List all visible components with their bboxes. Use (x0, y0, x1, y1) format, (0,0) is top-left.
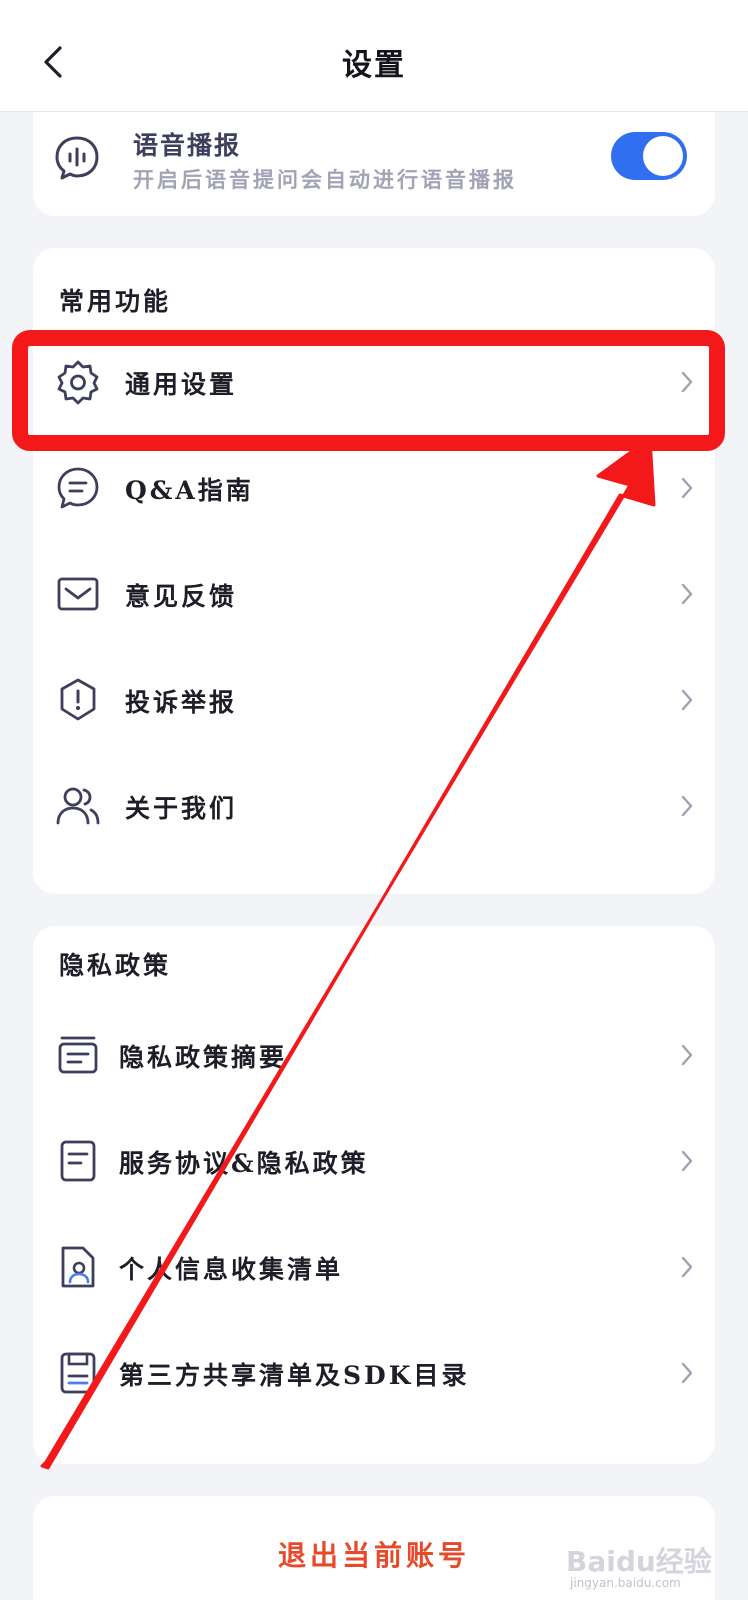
chat-bubble-icon (57, 467, 99, 509)
chevron-right-icon (681, 583, 693, 605)
chevron-right-icon (681, 371, 693, 393)
shield-alert-icon (60, 678, 96, 721)
baidu-watermark: Baidu经验 jingyan.baidu.com (566, 1536, 736, 1594)
gear-icon (57, 360, 99, 405)
privacy-item-service-agreement[interactable]: 服务协议&隐私政策 (33, 1116, 715, 1206)
privacy-item-third-party-label: 第三方共享清单及SDK目录 (119, 1361, 470, 1390)
settings-item-qa-guide[interactable]: Q&A指南 (33, 443, 715, 533)
voice-broadcast-description: 开启后语音提问会自动进行语音播报 (133, 167, 517, 192)
watermark-brand: Baidu经验 (566, 1545, 712, 1578)
document-icon (60, 1140, 96, 1182)
privacy-item-service-agreement-label: 服务协议&隐私政策 (119, 1149, 369, 1178)
voice-broadcast-toggle[interactable] (611, 132, 687, 180)
privacy-item-summary-label: 隐私政策摘要 (119, 1043, 288, 1072)
chevron-right-icon (681, 689, 693, 711)
voice-broadcast-card: 语音播报 开启后语音提问会自动进行语音播报 (33, 112, 715, 216)
section-title-privacy-text: 隐私政策 (59, 951, 172, 980)
privacy-item-personal-info[interactable]: 个人信息收集清单 (33, 1222, 715, 1312)
chevron-right-icon (681, 477, 693, 499)
top-bar: 设置 (0, 0, 748, 112)
summary-list-icon (58, 1036, 98, 1074)
settings-item-feedback[interactable]: 意见反馈 (33, 549, 715, 639)
settings-item-about-us[interactable]: 关于我们 (33, 761, 715, 851)
privacy-item-summary[interactable]: 隐私政策摘要 (33, 1010, 715, 1100)
settings-item-feedback-label: 意见反馈 (125, 582, 238, 611)
common-functions-card: 常用功能 通用设置 Q&A指南 意见反馈 投诉举报 关于我们 (33, 248, 715, 894)
personal-file-icon (61, 1246, 95, 1288)
privacy-item-third-party[interactable]: 第三方共享清单及SDK目录 (33, 1328, 715, 1418)
settings-item-general-label: 通用设置 (125, 370, 238, 399)
section-title-common: 常用功能 (59, 282, 172, 320)
settings-item-report-label: 投诉举报 (125, 688, 238, 717)
chevron-right-icon (681, 1362, 693, 1384)
privacy-item-personal-info-label: 个人信息收集清单 (119, 1255, 344, 1284)
voice-chat-icon (55, 136, 99, 180)
section-title-common-text: 常用功能 (59, 287, 172, 316)
toggle-knob (643, 136, 683, 176)
chevron-right-icon (681, 1256, 693, 1278)
privacy-policy-card: 隐私政策 隐私政策摘要 服务协议&隐私政策 个人信息收集清单 第三方共享清单及S… (33, 926, 715, 1464)
envelope-icon (57, 577, 99, 611)
chevron-right-icon (681, 795, 693, 817)
settings-item-report[interactable]: 投诉举报 (33, 655, 715, 745)
watermark-url: jingyan.baidu.com (570, 1576, 681, 1590)
voice-broadcast-title: 语音播报 (133, 131, 242, 160)
chevron-right-icon (681, 1044, 693, 1066)
settings-item-qa-guide-label: Q&A指南 (125, 476, 254, 505)
chevron-right-icon (681, 1150, 693, 1172)
sdk-file-icon (60, 1352, 96, 1394)
settings-item-about-us-label: 关于我们 (125, 794, 238, 823)
users-icon (56, 787, 100, 825)
page-title: 设置 (342, 48, 406, 83)
section-title-privacy: 隐私政策 (59, 946, 172, 984)
settings-item-general[interactable]: 通用设置 (33, 337, 715, 427)
